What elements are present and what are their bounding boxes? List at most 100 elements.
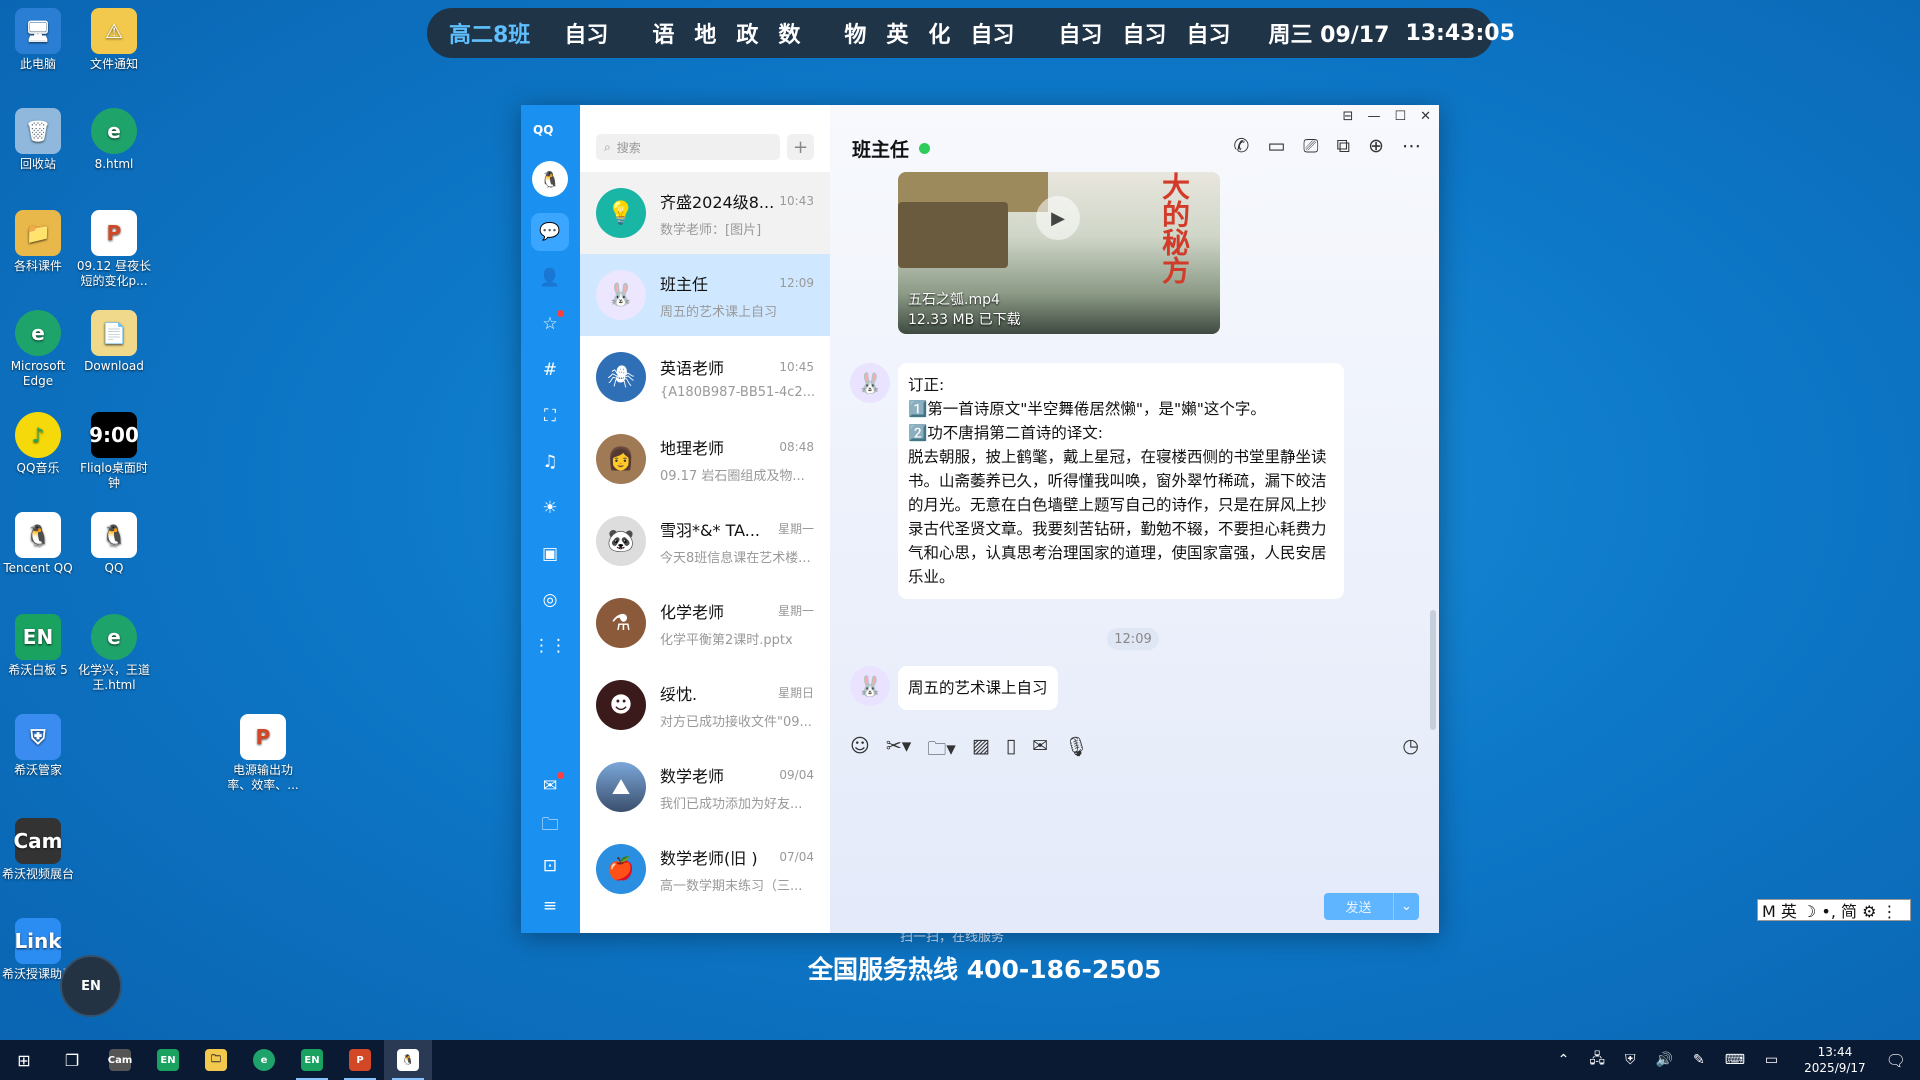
floating-en-button[interactable]: EN: [60, 955, 122, 1017]
shake-icon[interactable]: ▯: [1006, 735, 1016, 767]
conversation-item[interactable]: ☻ 绥忱. 星期日 对方已成功接收文件"09...: [580, 664, 830, 746]
conversation-item[interactable]: ⛰ 数学老师 09/04 我们已成功添加为好友...: [580, 746, 830, 828]
qq-shortcut[interactable]: 🐧 QQ: [76, 512, 152, 576]
task-view-button[interactable]: ❐: [48, 1040, 96, 1080]
ppt-file-shortcut[interactable]: P 09.12 昼夜长短的变化p...: [76, 210, 152, 289]
period-subject: 自习: [1122, 23, 1167, 48]
avatar: 👩: [596, 434, 646, 484]
notification-icon[interactable]: 🗨: [1886, 1051, 1906, 1070]
start-button[interactable]: ⊞: [0, 1040, 48, 1080]
shortcut-label: 此电脑: [19, 57, 56, 71]
add-button[interactable]: +: [787, 134, 814, 160]
taskbar-app-seewo[interactable]: EN: [144, 1040, 192, 1080]
conversation-name: 雪羽*&* TA...: [660, 520, 761, 540]
microphone-icon[interactable]: 🎙: [1064, 735, 1088, 767]
edge-icon: e: [91, 614, 137, 660]
ppt-file2-shortcut[interactable]: P 电源输出功率、效率、...: [225, 714, 301, 793]
conversation-item[interactable]: 🐰 班主任 12:09 周五的艺术课上自习: [580, 254, 830, 336]
recycle-bin-shortcut[interactable]: 🗑 回收站: [0, 108, 76, 172]
html-file-shortcut[interactable]: e 8.html: [76, 108, 152, 172]
more-icon[interactable]: ⋯: [1402, 135, 1421, 157]
shield-icon[interactable]: ⛨: [1625, 1052, 1636, 1068]
conversation-item[interactable]: 💡 齐盛2024级8... 10:43 数学老师：[图片]: [580, 172, 830, 254]
nav-bookmarks[interactable]: ⊡: [531, 847, 569, 885]
red-packet-icon[interactable]: ✉: [1032, 735, 1048, 767]
folder-icon[interactable]: 🗀▾: [927, 735, 956, 767]
scissors-icon[interactable]: ✂▾: [886, 735, 911, 767]
html-file2-shortcut[interactable]: e 化学兴，王道王.html: [76, 614, 152, 693]
nav-menu[interactable]: ≡: [531, 887, 569, 925]
nav-messages[interactable]: 💬: [531, 213, 569, 251]
taskbar-app-edge[interactable]: e: [240, 1040, 288, 1080]
file-notice-shortcut[interactable]: ⚠ 文件通知: [76, 8, 152, 72]
conversation-item[interactable]: 🍎 数学老师(旧 ) 07/04 高一数学期末练习（三...: [580, 828, 830, 910]
period-subject: 数: [778, 23, 801, 48]
nav-apps[interactable]: ⋮⋮: [531, 627, 569, 665]
sender-avatar[interactable]: 🐰: [850, 666, 890, 706]
keyboard-icon[interactable]: ⌨: [1725, 1052, 1745, 1068]
pin-icon[interactable]: ⊟: [1343, 109, 1354, 124]
download-folder-shortcut[interactable]: 📄 Download: [76, 310, 152, 374]
sender-avatar[interactable]: 🐰: [850, 363, 890, 403]
taskbar-app-qq[interactable]: 🐧: [384, 1040, 432, 1080]
seewo-manager-shortcut[interactable]: ⛨ 希沃管家: [0, 714, 76, 778]
network-icon[interactable]: 🖧: [1589, 1048, 1605, 1072]
tencent-qq-shortcut[interactable]: 🐧 Tencent QQ: [0, 512, 76, 576]
taskbar-app-explorer[interactable]: 🗀: [192, 1040, 240, 1080]
my-avatar[interactable]: 🐧: [532, 161, 568, 197]
nav-music[interactable]: ♫: [531, 443, 569, 481]
video-call-icon[interactable]: ▭: [1267, 135, 1285, 157]
nav-docs[interactable]: ▣: [531, 535, 569, 573]
seewo-whiteboard-shortcut[interactable]: EN 希沃白板 5: [0, 614, 76, 678]
book-icon: ▣: [541, 544, 559, 564]
taskbar-app-camera[interactable]: Cam: [96, 1040, 144, 1080]
taskbar-app-powerpoint[interactable]: P: [336, 1040, 384, 1080]
nav-favorites[interactable]: ☆: [531, 305, 569, 343]
phone-icon[interactable]: ✆: [1233, 135, 1249, 157]
tablet-icon[interactable]: ▭: [1765, 1052, 1778, 1068]
nav-contacts[interactable]: 👤: [531, 259, 569, 297]
computer-icon: 🖥: [15, 8, 61, 54]
input-toolbar: ☺ ✂▾ 🗀▾ ▨ ▯ ✉ 🎙: [850, 735, 1088, 767]
search-input[interactable]: ⌕ 搜索: [596, 134, 780, 160]
shortcut-label: Download: [84, 359, 144, 373]
close-icon[interactable]: ✕: [1420, 109, 1431, 124]
send-button[interactable]: 发送 ⌄: [1324, 893, 1419, 920]
video-message[interactable]: 大的秘方 ▶ 五石之瓠.mp4 12.33 MB 已下载: [898, 172, 1220, 334]
conversation-item[interactable]: ⚗ 化学老师 星期一 化学平衡第2课时.pptx: [580, 582, 830, 664]
chevron-up-icon[interactable]: ⌃: [1558, 1052, 1570, 1068]
volume-icon[interactable]: 🔊: [1656, 1052, 1673, 1068]
minimize-icon[interactable]: —: [1367, 109, 1380, 124]
taskbar-app-seewo-active[interactable]: EN: [288, 1040, 336, 1080]
play-icon[interactable]: ▶: [1036, 196, 1080, 240]
courseware-folder-shortcut[interactable]: 📁 各科课件: [0, 210, 76, 274]
screen-share-icon[interactable]: ⎚: [1303, 135, 1318, 157]
seewo-camera-shortcut[interactable]: Cam 希沃视频展台: [0, 818, 76, 882]
fliqlo-shortcut[interactable]: 9:00 Fliqlo桌面时钟: [76, 412, 152, 491]
emoji-icon[interactable]: ☺: [850, 735, 870, 767]
chevron-down-icon[interactable]: ⌄: [1393, 893, 1419, 920]
history-clock-icon[interactable]: ◷: [1402, 735, 1419, 757]
conversation-item[interactable]: 👩 地理老师 08:48 09.17 岩石圈组成及物...: [580, 418, 830, 500]
chat-scrollbar[interactable]: [1430, 610, 1436, 730]
conversation-item[interactable]: 🐼 雪羽*&* TA... 星期一 今天8班信息课在艺术楼...: [580, 500, 830, 582]
nav-files[interactable]: 🗀: [531, 807, 569, 845]
conversation-preview: 我们已成功添加为好友...: [660, 796, 803, 812]
nav-games[interactable]: ⛶: [531, 397, 569, 435]
nav-weather[interactable]: ☀: [531, 489, 569, 527]
chat-title: 班主任: [852, 139, 910, 161]
nav-space[interactable]: ◎: [531, 581, 569, 619]
pen-icon[interactable]: ✎: [1693, 1052, 1705, 1068]
add-member-icon[interactable]: ⊕: [1368, 135, 1384, 157]
image-icon[interactable]: ▨: [972, 735, 990, 767]
this-pc-shortcut[interactable]: 🖥 此电脑: [0, 8, 76, 72]
conversation-item[interactable]: 🕷 英语老师 10:45 {A180B987-BB51-4c2...: [580, 336, 830, 418]
maximize-icon[interactable]: ☐: [1394, 109, 1406, 124]
edge-shortcut[interactable]: e Microsoft Edge: [0, 310, 76, 389]
remote-assist-icon[interactable]: ⧉: [1337, 135, 1351, 157]
nav-channels[interactable]: #: [531, 351, 569, 389]
system-clock[interactable]: 13:44 2025/9/17: [1804, 1044, 1866, 1076]
nav-mail[interactable]: ✉: [531, 767, 569, 805]
qq-music-shortcut[interactable]: ♪ QQ音乐: [0, 412, 76, 476]
ime-toolbar[interactable]: M 英 ☽ •, 简 ⚙ ⋮: [1757, 899, 1911, 921]
